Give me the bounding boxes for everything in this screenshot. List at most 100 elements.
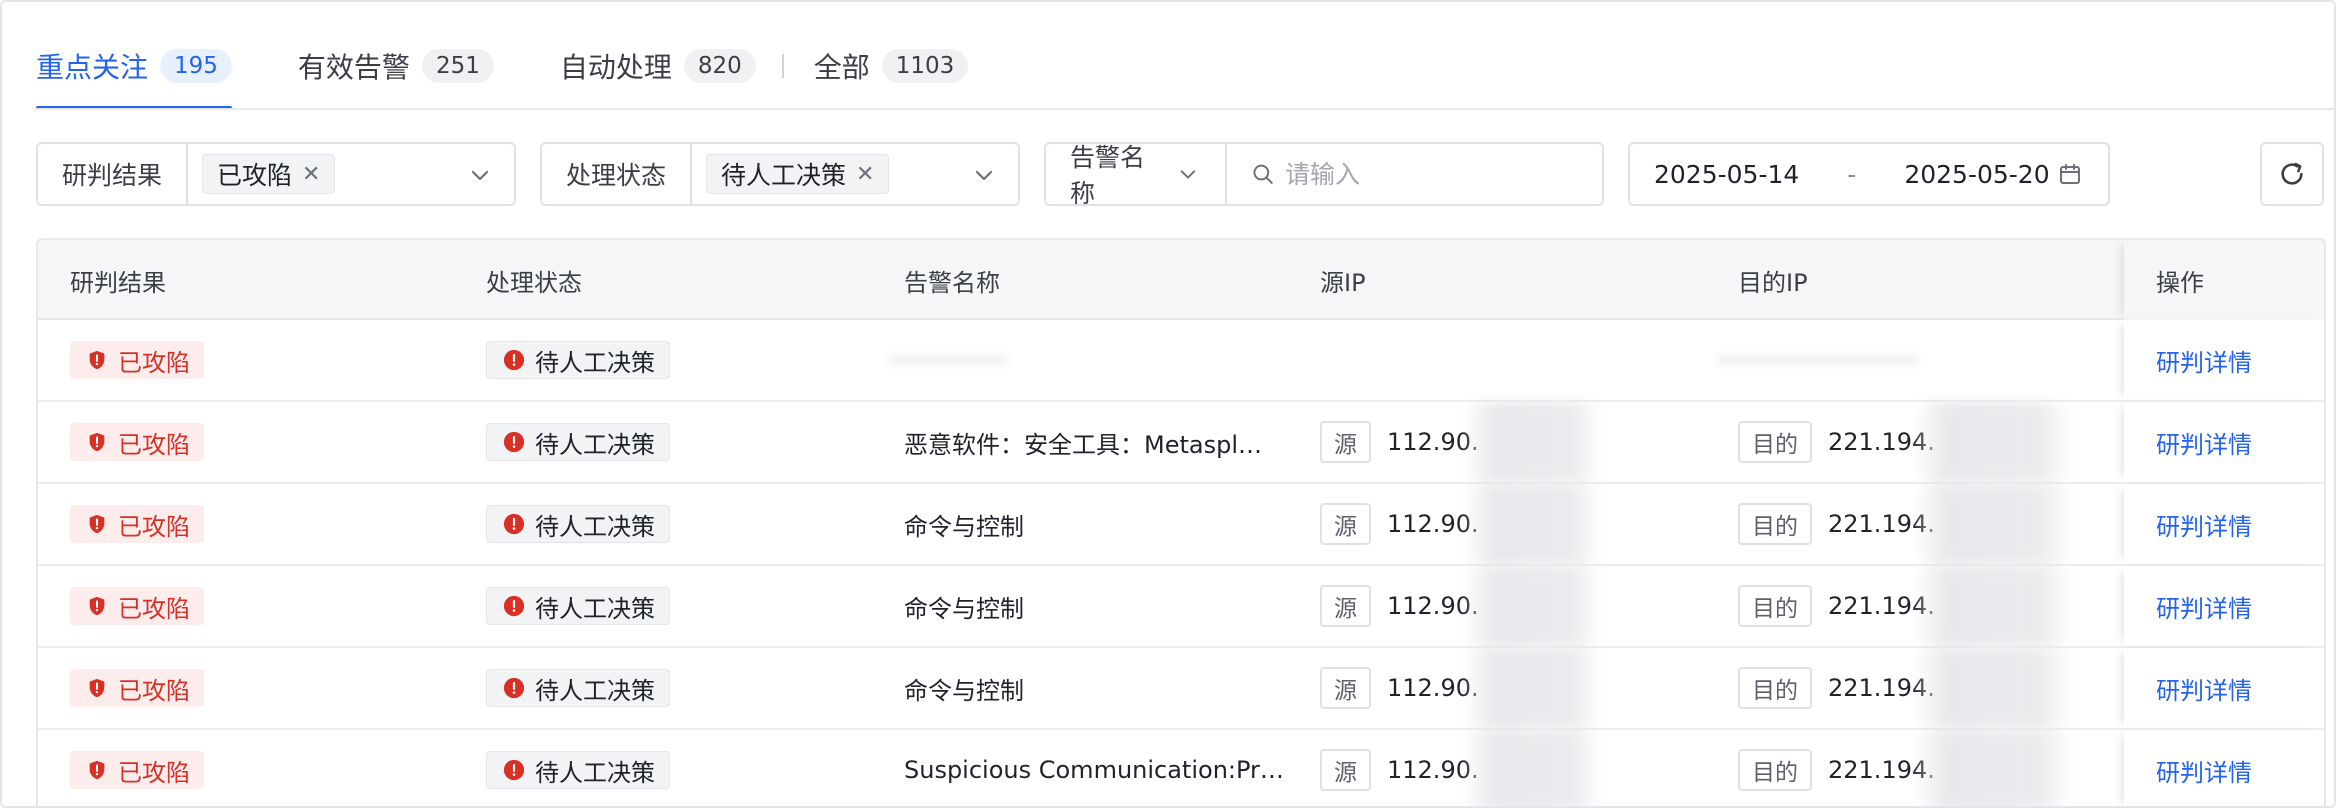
source-tag: 源 — [1320, 585, 1371, 627]
redacted-blur — [1918, 730, 2068, 806]
operation-cell-inner: 研判详情 — [2156, 566, 2252, 646]
search-field-select[interactable]: 告警名称 — [1046, 143, 1228, 208]
result-cell: 已攻陷 — [70, 484, 204, 564]
table-row[interactable]: 已攻陷 待人工决策 命令与控制 源 112.90. 目的 221.194. 研判… — [38, 648, 2324, 730]
alert-name-cell: 恶意软件：安全工具：Metaspl… — [904, 430, 1262, 459]
status-cell: 待人工决策 — [486, 648, 670, 728]
source-tag: 源 — [1320, 503, 1371, 545]
operation-cell: 研判详情 — [2124, 402, 2324, 482]
shield-alert-icon — [89, 350, 105, 370]
dest-ip-cell: 目的 221.194. — [1738, 648, 1935, 728]
alert-circle-icon — [503, 349, 525, 371]
alert-circle-icon — [503, 595, 525, 617]
date-range-picker[interactable]: 2025-05-14 - 2025-05-20 — [1628, 142, 2110, 206]
column-header-operation: 操作 — [2156, 268, 2204, 297]
date-separator: - — [1847, 159, 1857, 189]
result-tag-text: 已攻陷 — [118, 594, 190, 623]
close-icon[interactable]: ✕ — [856, 162, 874, 187]
chevron-down-icon[interactable] — [470, 165, 490, 185]
chip-text: 待人工决策 — [721, 161, 847, 190]
result-tag: 已攻陷 — [70, 751, 204, 789]
source-ip-cell: 源 112.90. — [1320, 730, 1479, 806]
tab-count-badge: 251 — [421, 49, 494, 83]
result-cell: 已攻陷 — [70, 566, 204, 646]
tab-all[interactable]: 全部 1103 — [814, 46, 969, 86]
status-cell: 待人工决策 — [486, 566, 670, 646]
column-header-dest-ip[interactable]: 目的IP — [1738, 240, 1808, 320]
result-filter-select[interactable]: 研判结果 已攻陷 ✕ — [36, 142, 516, 206]
search-input[interactable] — [1285, 159, 1602, 189]
column-header-alert-name[interactable]: 告警名称 — [904, 240, 1000, 320]
dest-tag: 目的 — [1738, 585, 1812, 627]
operation-column-header: 操作 — [2124, 240, 2324, 320]
dest-tag: 目的 — [1738, 503, 1812, 545]
tab-label: 重点关注 — [36, 51, 149, 84]
status-cell: 待人工决策 — [486, 484, 670, 564]
column-header-status[interactable]: 处理状态 — [486, 240, 582, 320]
result-tag: 已攻陷 — [70, 669, 204, 707]
status-cell: 待人工决策 — [486, 730, 670, 806]
source-ip-cell: 源 112.90. — [1320, 648, 1479, 728]
alert-circle-icon — [503, 677, 525, 699]
shield-alert-icon — [89, 514, 105, 534]
result-tag-text: 已攻陷 — [118, 348, 190, 377]
column-header-source-ip[interactable]: 源IP — [1320, 240, 1366, 320]
result-tag: 已攻陷 — [70, 341, 204, 379]
detail-link[interactable]: 研判详情 — [2156, 671, 2252, 706]
tab-valid-alerts[interactable]: 有效告警 251 — [298, 46, 494, 86]
chip-text: 已攻陷 — [217, 161, 293, 190]
operation-cell-inner: 研判详情 — [2156, 484, 2252, 564]
shield-alert-icon — [89, 678, 105, 698]
alert-circle-icon — [503, 513, 525, 535]
detail-link[interactable]: 研判详情 — [2156, 753, 2252, 788]
close-icon[interactable]: ✕ — [302, 162, 320, 187]
status-tag-text: 待人工决策 — [535, 512, 655, 541]
result-cell: 已攻陷 — [70, 648, 204, 728]
chevron-down-icon[interactable] — [974, 165, 994, 185]
operation-cell-inner: 研判详情 — [2156, 648, 2252, 728]
source-ip-cell: 源 112.90. — [1320, 566, 1479, 646]
source-tag: 源 — [1320, 667, 1371, 709]
tab-focus[interactable]: 重点关注 195 — [36, 46, 232, 110]
column-header-result[interactable]: 研判结果 — [70, 240, 166, 320]
status-tag: 待人工决策 — [486, 341, 670, 379]
detail-link[interactable]: 研判详情 — [2156, 343, 2252, 378]
alert-panel: 重点关注 195 有效告警 251 自动处理 820 全部 1103 研判结果 … — [0, 0, 2336, 808]
alert-name-cell: Suspicious Communication:Pr… — [904, 756, 1284, 784]
redacted-blur — [1468, 648, 1598, 728]
status-tag-text: 待人工决策 — [535, 594, 655, 623]
detail-link[interactable]: 研判详情 — [2156, 507, 2252, 542]
result-filter-label: 研判结果 — [38, 144, 189, 204]
refresh-button[interactable] — [2260, 142, 2324, 206]
table-row[interactable]: 已攻陷 待人工决策 研判详情 — [38, 320, 2324, 402]
detail-link[interactable]: 研判详情 — [2156, 425, 2252, 460]
tab-label: 自动处理 — [559, 51, 672, 84]
result-filter-chip: 已攻陷 ✕ — [202, 154, 336, 194]
dest-ip-cell: 目的 221.194. — [1738, 566, 1935, 646]
table-header: 研判结果 处理状态 告警名称 源IP 目的IP 操作 — [38, 240, 2324, 320]
alert-circle-icon — [503, 431, 525, 453]
table-row[interactable]: 已攻陷 待人工决策 Suspicious Communication:Pr… 源… — [38, 730, 2324, 806]
status-filter-label: 处理状态 — [542, 144, 693, 204]
source-ip-cell: 源 112.90. — [1320, 402, 1479, 482]
status-tag: 待人工决策 — [486, 423, 670, 461]
table-row[interactable]: 已攻陷 待人工决策 命令与控制 源 112.90. 目的 221.194. 研判… — [38, 566, 2324, 648]
alert-table: 研判结果 处理状态 告警名称 源IP 目的IP 操作 已攻陷 待人工决策 研判详… — [36, 238, 2326, 806]
detail-link[interactable]: 研判详情 — [2156, 589, 2252, 624]
source-ip-text: 112.90. — [1387, 674, 1479, 702]
table-row[interactable]: 已攻陷 待人工决策 恶意软件：安全工具：Metaspl… 源 112.90. 目… — [38, 402, 2324, 484]
redacted-blur — [1468, 566, 1598, 646]
source-ip-text: 112.90. — [1387, 510, 1479, 538]
source-ip-text: 112.90. — [1387, 428, 1479, 456]
result-cell: 已攻陷 — [70, 730, 204, 806]
shield-alert-icon — [89, 432, 105, 452]
status-tag-text: 待人工决策 — [535, 430, 655, 459]
result-tag-text: 已攻陷 — [118, 512, 190, 541]
table-row[interactable]: 已攻陷 待人工决策 命令与控制 源 112.90. 目的 221.194. 研判… — [38, 484, 2324, 566]
result-tag: 已攻陷 — [70, 505, 204, 543]
refresh-icon — [2281, 162, 2303, 185]
source-ip-cell: 源 112.90. — [1320, 484, 1479, 564]
status-filter-select[interactable]: 处理状态 待人工决策 ✕ — [540, 142, 1020, 206]
source-ip-text: 112.90. — [1387, 592, 1479, 620]
tab-auto-handled[interactable]: 自动处理 820 — [560, 46, 756, 86]
